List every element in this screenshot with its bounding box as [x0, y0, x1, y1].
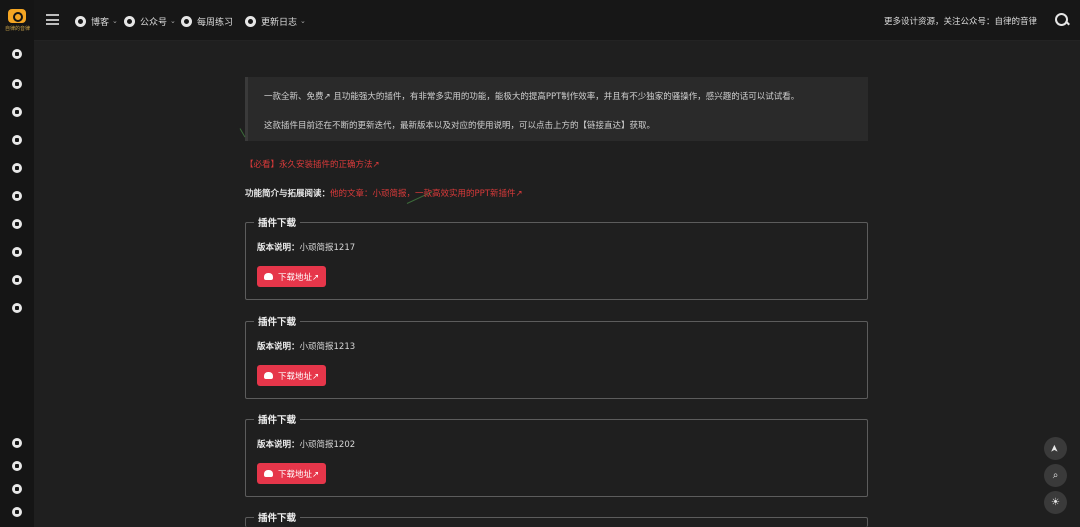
cloud-download-icon — [264, 273, 273, 280]
download-box: 插件下载 — [245, 510, 868, 527]
download-button-label: 下载地址↗ — [278, 272, 320, 283]
version-value: 小顽简报1202 — [299, 440, 356, 450]
check-icon[interactable] — [12, 107, 22, 117]
download-button-label: 下载地址↗ — [278, 371, 320, 382]
search-icon[interactable] — [1054, 12, 1070, 28]
p-icon[interactable] — [12, 484, 22, 494]
chevron-down-icon: ⌄ — [170, 17, 176, 25]
record-icon[interactable] — [12, 303, 22, 313]
user-icon[interactable] — [12, 79, 22, 89]
download-legend: 插件下载 — [254, 314, 301, 328]
version-value: 小顽简报1217 — [299, 243, 356, 253]
nav-label: 每周练习 — [197, 17, 234, 28]
version-value: 小顽简报1213 — [299, 342, 356, 352]
wrench-icon[interactable] — [12, 191, 22, 201]
wechat-icon — [124, 15, 135, 27]
feature-intro: 功能简介与拓展阅读：他的文章：小顽简报，一款高效实用的PPT新插件↗ — [245, 187, 523, 199]
p-icon — [181, 15, 192, 27]
download-legend: 插件下载 — [254, 510, 301, 524]
download-legend: 插件下载 — [254, 215, 301, 229]
download-box: 插件下载 版本说明：小顽简报1202 下载地址↗ — [245, 412, 868, 497]
nav-label: 更新日志 — [261, 17, 298, 28]
search-icon: ⌕ — [1052, 470, 1059, 481]
cloud-download-icon — [264, 372, 273, 379]
intro-label: 功能简介与拓展阅读： — [245, 189, 331, 199]
arrow-up-icon: ➤ — [1049, 444, 1061, 453]
nav-official-account[interactable]: 公众号 ⌄ — [124, 13, 176, 29]
version-note: 版本说明：小顽简报1213 — [257, 340, 355, 352]
info-icon[interactable] — [12, 275, 22, 285]
version-label: 版本说明： — [257, 243, 300, 253]
logo-icon — [8, 9, 26, 23]
download-legend: 插件下载 — [254, 412, 301, 426]
chat-icon[interactable] — [12, 49, 22, 59]
theme-toggle-button[interactable]: ☀ — [1044, 491, 1067, 514]
download-button[interactable]: 下载地址↗ — [257, 463, 327, 484]
nav-blog[interactable]: 博客 ⌄ — [75, 13, 118, 29]
search-button[interactable]: ⌕ — [1044, 464, 1067, 487]
intro-link[interactable]: 他的文章：小顽简报，一款高效实用的PPT新插件↗ — [330, 189, 523, 199]
chevron-down-icon: ⌄ — [112, 17, 118, 25]
back-to-top-button[interactable]: ➤ — [1044, 437, 1067, 460]
download-button-label: 下载地址↗ — [278, 469, 320, 480]
follow-text[interactable]: 更多设计资源，关注公众号：自律的音律 — [884, 15, 1037, 27]
sun-icon: ☀ — [1051, 497, 1060, 508]
chevron-down-icon: ⌄ — [300, 17, 306, 25]
nav-label: 公众号 — [140, 17, 168, 28]
quote-line-1: 一款全新、免费↗ 且功能强大的插件，有非常多实用的功能，能极大的提高PPT制作效… — [264, 92, 800, 102]
nav-label: 博客 — [91, 17, 110, 28]
download-button[interactable]: 下载地址↗ — [257, 365, 327, 386]
cloud-download-icon — [264, 470, 273, 477]
intro-quote: 一款全新、免费↗ 且功能强大的插件，有非常多实用的功能，能极大的提高PPT制作效… — [245, 77, 868, 141]
star-icon[interactable] — [12, 163, 22, 173]
nav-weekly-practice[interactable]: 每周练习 — [181, 13, 233, 29]
version-note: 版本说明：小顽简报1217 — [257, 241, 355, 253]
logo-text: 自律的音律 — [5, 26, 31, 32]
settings-icon[interactable] — [12, 219, 22, 229]
nav-changelog[interactable]: 更新日志 ⌄ — [245, 13, 306, 29]
cloud-icon[interactable] — [12, 135, 22, 145]
version-label: 版本说明： — [257, 342, 300, 352]
pie-icon[interactable] — [12, 247, 22, 257]
top-bar: 博客 ⌄ 公众号 ⌄ 每周练习 更新日志 ⌄ 更多设计资源，关注公众号：自律的音… — [34, 0, 1080, 41]
help-icon[interactable] — [12, 438, 22, 448]
quote-line-2: 这款插件目前还在不断的更新迭代，最新版本以及对应的使用说明，可以点击上方的【链接… — [264, 121, 656, 131]
must-read-link[interactable]: 【必看】永久安装插件的正确方法↗ — [245, 158, 380, 170]
back-icon[interactable] — [12, 507, 22, 517]
version-label: 版本说明： — [257, 440, 300, 450]
compass-icon — [75, 15, 86, 27]
download-box: 插件下载 版本说明：小顽简报1213 下载地址↗ — [245, 314, 868, 399]
menu-icon[interactable] — [46, 14, 59, 25]
site-logo[interactable]: 自律的音律 — [5, 9, 31, 33]
compass-icon[interactable] — [12, 461, 22, 471]
version-note: 版本说明：小顽简报1202 — [257, 438, 355, 450]
clock-icon — [245, 15, 256, 27]
left-sidebar: 自律的音律 — [0, 0, 34, 527]
download-box: 插件下载 版本说明：小顽简报1217 下载地址↗ — [245, 215, 868, 300]
download-button[interactable]: 下载地址↗ — [257, 266, 327, 287]
